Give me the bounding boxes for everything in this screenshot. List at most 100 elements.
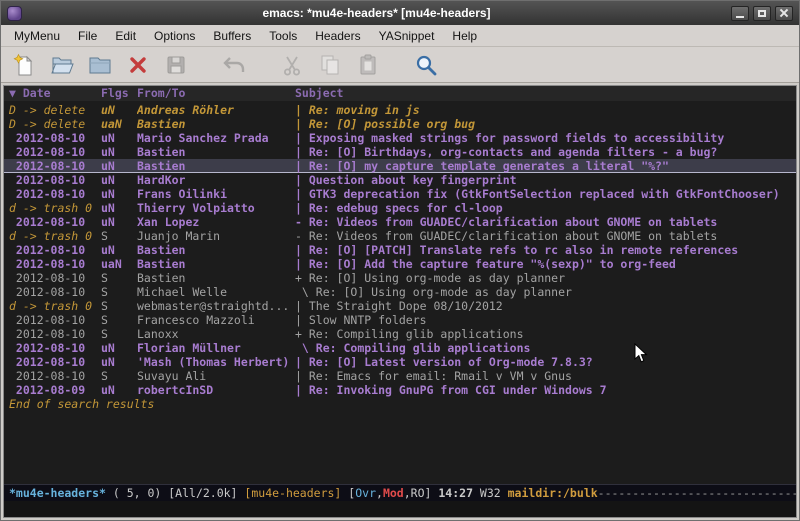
thread-indicator: | (295, 187, 309, 201)
message-flags: uN (101, 215, 137, 229)
paste-icon (356, 53, 380, 77)
message-date: 2012-08-10 (9, 257, 101, 271)
menu-item-help[interactable]: Help (443, 27, 486, 45)
message-row[interactable]: 2012-08-10uNBastien| Re: [O] Birthdays, … (4, 145, 796, 159)
thread-indicator: | (295, 369, 309, 383)
message-row[interactable]: 2012-08-10SMichael Welle \ Re: [O] Using… (4, 285, 796, 299)
maximize-icon (758, 10, 766, 17)
message-flags: uN (101, 355, 137, 369)
message-row[interactable]: 2012-08-10uNHardKor| Question about key … (4, 173, 796, 187)
message-subject: Re: [O] [PATCH] Translate refs to rc als… (309, 243, 796, 257)
message-date: d -> trash 0 (9, 229, 101, 243)
message-row[interactable]: D -> deleteuNAndreas Röhler| Re: moving … (4, 103, 796, 117)
thread-indicator: | (295, 383, 309, 397)
message-subject: Slow NNTP folders (309, 313, 796, 327)
modeline-segment: [ (341, 486, 355, 500)
menu-item-buffers[interactable]: Buffers (204, 27, 260, 45)
message-row[interactable]: 2012-08-10SFrancesco Mazzoli| Slow NNTP … (4, 313, 796, 327)
column-header-date[interactable]: ▼ Date (9, 86, 101, 101)
end-of-results-text: End of search results (4, 397, 796, 411)
thread-indicator: \ (295, 285, 316, 299)
titlebar[interactable]: emacs: *mu4e-headers* [mu4e-headers] (1, 1, 799, 25)
message-row[interactable]: 2012-08-10SBastien+ Re: [O] Using org-mo… (4, 271, 796, 285)
modeline-segment: RO (411, 486, 425, 500)
undo-button (221, 52, 247, 78)
kill-buffer-button[interactable] (125, 52, 151, 78)
message-row[interactable]: 2012-08-10uNXan Lopez- Re: Videos from G… (4, 215, 796, 229)
message-from: robertcInSD (137, 383, 295, 397)
modeline-segment: ( 5, 0) [All/2.0k] (106, 486, 244, 500)
message-row[interactable]: 2012-08-10uNFlorian Müllner \ Re: Compil… (4, 341, 796, 355)
menu-item-yasnippet[interactable]: YASnippet (370, 27, 444, 45)
message-row[interactable]: 2012-08-10uNBastien| Re: [O] my capture … (4, 159, 796, 173)
search-button[interactable] (413, 52, 439, 78)
message-date: 2012-08-10 (9, 187, 101, 201)
minibuffer (4, 501, 796, 517)
modeline-segment: maildir:/bulk (508, 486, 598, 500)
copy-icon (318, 53, 342, 77)
close-button[interactable] (775, 6, 793, 21)
toolbar (1, 47, 799, 83)
thread-indicator: + (295, 271, 309, 285)
menu-item-tools[interactable]: Tools (260, 27, 306, 45)
modeline-segment: Ovr (355, 486, 376, 500)
screen: emacs: *mu4e-headers* [mu4e-headers] MyM… (0, 0, 800, 521)
minimize-button[interactable] (731, 6, 749, 21)
thread-indicator: | (295, 159, 309, 173)
menu-item-file[interactable]: File (69, 27, 106, 45)
message-date: 2012-08-10 (9, 243, 101, 257)
message-row[interactable]: 2012-08-10SSuvayu Ali| Re: Emacs for ema… (4, 369, 796, 383)
message-subject: Re: [O] possible org bug (309, 117, 796, 131)
emacs-window: emacs: *mu4e-headers* [mu4e-headers] MyM… (0, 0, 800, 521)
message-list: D -> deleteuNAndreas Röhler| Re: moving … (4, 103, 796, 397)
message-row[interactable]: d -> trash 0uNThierry Volpiatto| Re: ede… (4, 201, 796, 215)
message-subject: Re: Compiling glib applications (309, 327, 796, 341)
message-subject: Re: Invoking GnuPG from CGI under Window… (309, 383, 796, 397)
message-row[interactable]: D -> deleteuaNBastien| Re: [O] possible … (4, 117, 796, 131)
message-from: Bastien (137, 159, 295, 173)
window-title: emacs: *mu4e-headers* [mu4e-headers] (22, 1, 731, 25)
menu-item-edit[interactable]: Edit (106, 27, 145, 45)
thread-indicator: | (295, 103, 309, 117)
undo-icon (222, 53, 246, 77)
message-row[interactable]: 2012-08-10uN'Mash (Thomas Herbert)| Re: … (4, 355, 796, 369)
column-header-from[interactable]: From/To (137, 86, 295, 101)
close-icon (779, 8, 789, 18)
message-from: Bastien (137, 117, 295, 131)
message-flags: S (101, 229, 137, 243)
message-subject: Exposing masked strings for password fie… (309, 131, 796, 145)
message-row[interactable]: d -> trash 0SJuanjo Marin- Re: Videos fr… (4, 229, 796, 243)
dired-button[interactable] (87, 52, 113, 78)
message-row[interactable]: d -> trash 0Swebmaster@straightd...| The… (4, 299, 796, 313)
maximize-button[interactable] (753, 6, 771, 21)
copy-button (317, 52, 343, 78)
message-row[interactable]: 2012-08-09uNrobertcInSD| Re: Invoking Gn… (4, 383, 796, 397)
message-row[interactable]: 2012-08-10SLanoxx+ Re: Compiling glib ap… (4, 327, 796, 341)
thread-indicator: | (295, 313, 309, 327)
column-header-subject[interactable]: Subject (295, 86, 796, 101)
column-header-flags[interactable]: Flgs (101, 86, 137, 101)
message-flags: S (101, 369, 137, 383)
message-row[interactable]: 2012-08-10uNBastien| Re: [O] [PATCH] Tra… (4, 243, 796, 257)
message-subject: Re: Emacs for email: Rmail v VM v Gnus (309, 369, 796, 383)
message-row[interactable]: 2012-08-10uNFrans Oilinki| GTK3 deprecat… (4, 187, 796, 201)
new-file-button[interactable] (11, 52, 37, 78)
menu-item-headers[interactable]: Headers (306, 27, 369, 45)
menu-item-mymenu[interactable]: MyMenu (5, 27, 69, 45)
message-from: HardKor (137, 173, 295, 187)
message-row[interactable]: 2012-08-10uNMario Sanchez Prada| Exposin… (4, 131, 796, 145)
menu-item-options[interactable]: Options (145, 27, 204, 45)
message-from: Bastien (137, 271, 295, 285)
message-flags: uN (101, 243, 137, 257)
dired-icon (88, 53, 112, 77)
cut-button (279, 52, 305, 78)
open-file-button[interactable] (49, 52, 75, 78)
message-date: 2012-08-10 (9, 327, 101, 341)
thread-indicator: | (295, 145, 309, 159)
thread-indicator: | (295, 201, 309, 215)
message-row[interactable]: 2012-08-10uaNBastien| Re: [O] Add the ca… (4, 257, 796, 271)
message-date: 2012-08-10 (9, 355, 101, 369)
message-date: 2012-08-10 (9, 369, 101, 383)
message-date: d -> trash 0 (9, 201, 101, 215)
message-flags: uaN (101, 117, 137, 131)
